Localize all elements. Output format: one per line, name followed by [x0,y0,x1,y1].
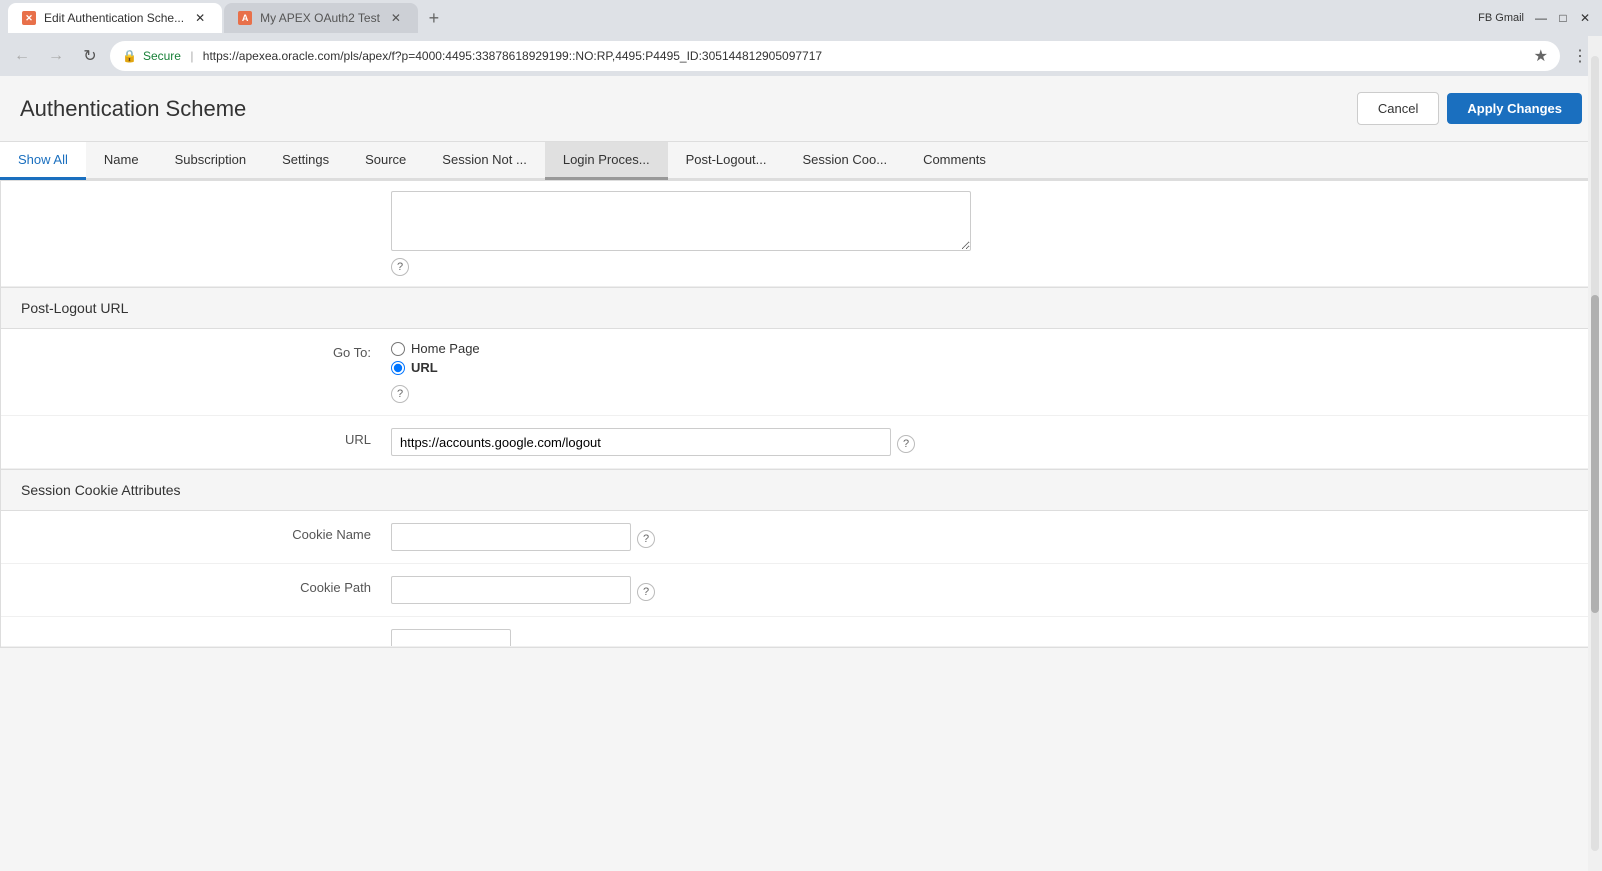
go-to-row: Go To: Home Page URL ? [1,329,1601,416]
cookie-path-input-group: ? [391,576,1581,604]
cookie-path-input[interactable] [391,576,631,604]
address-bar: ← → ↻ 🔒 Secure | https://apexea.oracle.c… [0,36,1602,76]
url-row: URL ? [1,416,1601,469]
tab-oauth2[interactable]: A My APEX OAuth2 Test ✕ [224,3,418,33]
url-help-icon[interactable]: ? [897,435,915,453]
radio-home-page-input[interactable] [391,342,405,356]
forward-button[interactable]: → [42,42,70,70]
cookie-name-help-icon[interactable]: ? [637,530,655,548]
go-to-label: Go To: [21,341,391,360]
reload-button[interactable]: ↻ [76,42,104,70]
url-bar[interactable]: 🔒 Secure | https://apexea.oracle.com/pls… [110,41,1560,71]
scrollbar-track[interactable] [1591,56,1599,851]
cancel-button[interactable]: Cancel [1357,92,1439,125]
tab-show-all[interactable]: Show All [0,142,86,180]
page-header: Authentication Scheme Cancel Apply Chang… [0,76,1602,142]
page-title: Authentication Scheme [20,96,246,122]
tab-bar: ✕ Edit Authentication Sche... ✕ A My APE… [8,3,448,33]
go-to-control: Home Page URL ? [391,341,1581,403]
url-control: ? [391,428,1581,456]
extra-control [391,629,1581,647]
cookie-name-label: Cookie Name [21,523,391,542]
secure-icon: 🔒 [122,49,137,63]
cookie-path-control: ? [391,576,1581,604]
tab-close-2[interactable]: ✕ [388,10,404,26]
maximize-button[interactable]: □ [1554,9,1572,27]
secure-label: Secure [143,49,181,63]
post-logout-section-header: Post-Logout URL [1,287,1601,329]
session-cookie-section-header: Session Cookie Attributes [1,469,1601,511]
url-label: URL [21,428,391,447]
bookmark-icon[interactable]: ★ [1534,46,1548,66]
tab-edit-auth[interactable]: ✕ Edit Authentication Sche... ✕ [8,3,222,33]
scrollbar[interactable] [1588,36,1602,871]
tab-label-2: My APEX OAuth2 Test [260,11,380,25]
tab-favicon-2: A [238,11,252,25]
radio-home-page[interactable]: Home Page [391,341,1581,356]
tab-close-1[interactable]: ✕ [192,10,208,26]
tab-session-not[interactable]: Session Not ... [424,142,545,180]
url-text: https://apexea.oracle.com/pls/apex/f?p=4… [203,49,1528,63]
profile-label: FB Gmail [1478,12,1524,24]
tab-comments[interactable]: Comments [905,142,1004,180]
scrollbar-thumb[interactable] [1591,295,1599,613]
url-input[interactable] [391,428,891,456]
tab-settings[interactable]: Settings [264,142,347,180]
tab-session-cookie[interactable]: Session Coo... [785,142,906,180]
back-button[interactable]: ← [8,42,36,70]
form-area: ? Post-Logout URL Go To: Home Page URL [0,180,1602,648]
radio-url-input[interactable] [391,361,405,375]
tab-name[interactable]: Name [86,142,157,180]
cookie-name-control: ? [391,523,1581,551]
tab-label-1: Edit Authentication Sche... [44,11,184,25]
tab-subscription[interactable]: Subscription [157,142,265,180]
tab-source[interactable]: Source [347,142,424,180]
window-controls: FB Gmail — □ ✕ [1478,9,1594,27]
url-separator: | [187,49,197,63]
cookie-name-row: Cookie Name ? [1,511,1601,564]
minimize-button[interactable]: — [1532,9,1550,27]
extra-input[interactable] [391,629,511,647]
page-content: Authentication Scheme Cancel Apply Chang… [0,76,1602,871]
radio-url-label: URL [411,360,438,375]
new-tab-button[interactable]: + [420,4,448,32]
extra-row [1,617,1601,647]
apply-changes-button[interactable]: Apply Changes [1447,93,1582,124]
top-help-icon[interactable]: ? [391,258,409,276]
cookie-path-label: Cookie Path [21,576,391,595]
cookie-path-help-icon[interactable]: ? [637,583,655,601]
top-textarea[interactable] [391,191,971,251]
goto-help-icon[interactable]: ? [391,385,409,403]
top-section: ? [1,181,1601,287]
tabs-bar: Show All Name Subscription Settings Sour… [0,142,1602,180]
header-buttons: Cancel Apply Changes [1357,92,1582,125]
tab-favicon-1: ✕ [22,11,36,25]
cookie-path-row: Cookie Path ? [1,564,1601,617]
tab-login-process[interactable]: Login Proces... [545,142,668,180]
tab-post-logout[interactable]: Post-Logout... [668,142,785,180]
extra-label [21,629,391,633]
cookie-name-input[interactable] [391,523,631,551]
radio-url[interactable]: URL [391,360,1581,375]
cookie-name-input-group: ? [391,523,1581,551]
radio-group-goto: Home Page URL [391,341,1581,375]
title-bar: ✕ Edit Authentication Sche... ✕ A My APE… [0,0,1602,36]
url-input-group: ? [391,428,1581,456]
radio-home-page-label: Home Page [411,341,480,356]
close-button[interactable]: ✕ [1576,9,1594,27]
